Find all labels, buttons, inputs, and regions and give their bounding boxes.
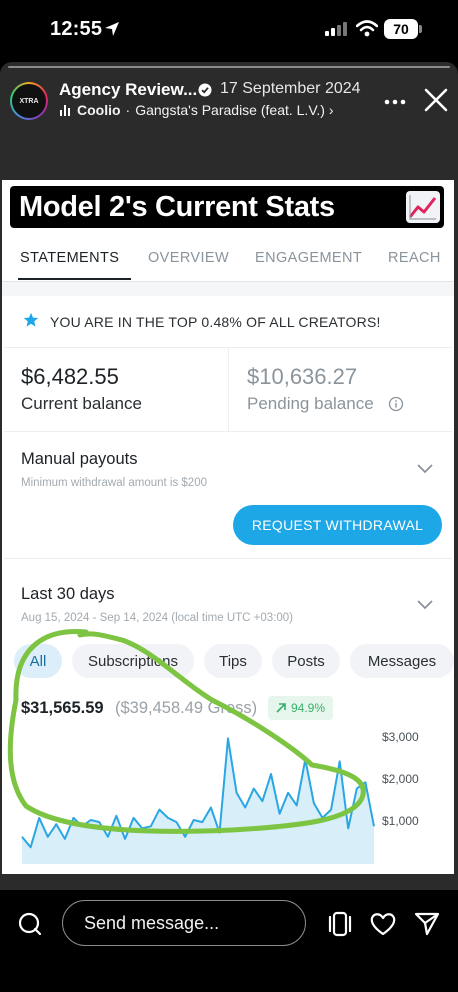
request-withdrawal-button[interactable]: REQUEST WITHDRAWAL	[233, 505, 442, 545]
section-gap	[2, 282, 454, 296]
top-creator-notice: YOU ARE IN THE TOP 0.48% OF ALL CREATORS…	[4, 296, 452, 348]
pending-balance-label: Pending balance	[247, 394, 374, 413]
balance-divider	[228, 348, 229, 432]
account-name[interactable]: Agency Review...	[59, 80, 197, 100]
tab-engagement[interactable]: ENGAGEMENT	[255, 250, 362, 266]
camera-icon[interactable]	[18, 912, 42, 941]
earnings-change-badge: 94.9%	[268, 696, 334, 720]
status-time: 12:55	[50, 18, 103, 40]
earnings-chart: $3,000 $2,000 $1,000	[4, 726, 452, 874]
stack-icon[interactable]	[328, 911, 352, 942]
music-info[interactable]: Coolio · Gangsta's Paradise (feat. L.V.)…	[60, 102, 333, 118]
music-separator: ·	[125, 102, 131, 118]
story-progress-bar	[8, 66, 450, 68]
heart-icon[interactable]	[369, 911, 397, 942]
net-earnings: $31,565.59	[21, 699, 104, 717]
star-icon	[23, 312, 39, 333]
divider	[4, 558, 452, 559]
top-creator-text: YOU ARE IN THE TOP 0.48% OF ALL CREATORS…	[50, 314, 381, 330]
send-message-input[interactable]	[62, 900, 306, 946]
current-balance-amount: $6,482.55	[21, 364, 119, 389]
stats-title-banner: Model 2's Current Stats	[10, 186, 444, 228]
verified-badge-icon	[198, 83, 212, 102]
gross-earnings: ($39,458.49 Gross)	[115, 699, 258, 717]
filter-chip-all[interactable]: All	[14, 644, 62, 678]
avatar[interactable]: XTRA	[10, 82, 48, 120]
battery-cap	[419, 25, 422, 33]
filter-chip-messages[interactable]: Messages	[350, 644, 454, 678]
more-options-icon[interactable]	[384, 92, 406, 105]
stats-screenshot: Model 2's Current Stats STATEMENTS OVERV…	[2, 180, 454, 874]
earnings-filter-chips: All Subscriptions Tips Posts Messages	[14, 644, 454, 680]
send-icon[interactable]	[414, 911, 440, 942]
music-track: Gangsta's Paradise (feat. L.V.) ›	[135, 102, 334, 118]
tab-statements[interactable]: STATEMENTS	[20, 250, 119, 266]
cellular-signal-icon	[325, 22, 347, 41]
earnings-area	[22, 738, 374, 864]
music-bars-icon	[60, 104, 70, 116]
tab-overview[interactable]: OVERVIEW	[148, 250, 229, 266]
trend-up-arrow-icon	[276, 703, 286, 713]
story-header: XTRA Agency Review... 17 September 2024 …	[0, 76, 458, 126]
y-tick-label: $1,000	[382, 814, 419, 829]
stats-title: Model 2's Current Stats	[19, 191, 335, 223]
stats-tabs: STATEMENTS OVERVIEW ENGAGEMENT REACH	[2, 234, 454, 282]
close-icon[interactable]	[424, 88, 448, 112]
chart-increasing-icon	[406, 191, 440, 223]
manual-payouts-subtitle: Minimum withdrawal amount is $200	[21, 477, 207, 489]
post-date: 17 September 2024	[220, 80, 361, 97]
story-viewer[interactable]: XTRA Agency Review... 17 September 2024 …	[0, 62, 458, 890]
manual-payouts-title: Manual payouts	[21, 450, 138, 468]
active-tab-indicator	[18, 278, 131, 280]
current-balance-label: Current balance	[21, 394, 142, 413]
location-arrow-icon	[104, 21, 120, 42]
story-reply-bar	[0, 890, 458, 992]
avatar-logo: XTRA	[12, 84, 46, 118]
tab-reach[interactable]: REACH	[388, 250, 441, 266]
balances-row: $6,482.55 Current balance $10,636.27 Pen…	[4, 348, 452, 432]
y-tick-label: $2,000	[382, 772, 419, 787]
chevron-down-icon[interactable]	[416, 462, 434, 480]
chevron-down-icon[interactable]	[416, 598, 434, 616]
filter-chip-posts[interactable]: Posts	[272, 644, 340, 678]
music-artist: Coolio	[77, 102, 121, 118]
pending-balance-amount: $10,636.27	[247, 364, 358, 389]
statements-panel: YOU ARE IN THE TOP 0.48% OF ALL CREATORS…	[4, 296, 454, 874]
filter-chip-subscriptions[interactable]: Subscriptions	[72, 644, 194, 678]
info-icon[interactable]	[388, 396, 404, 417]
period-title: Last 30 days	[21, 585, 115, 603]
earnings-chart-svg	[21, 737, 375, 864]
status-bar: 12:55 70	[0, 0, 458, 60]
battery-icon: 70	[384, 19, 418, 39]
filter-chip-tips[interactable]: Tips	[204, 644, 262, 678]
period-subtitle: Aug 15, 2024 - Sep 14, 2024 (local time …	[21, 612, 294, 624]
earnings-change-value: 94.9%	[291, 701, 326, 715]
wifi-icon	[355, 20, 379, 42]
y-tick-label: $3,000	[382, 730, 419, 745]
